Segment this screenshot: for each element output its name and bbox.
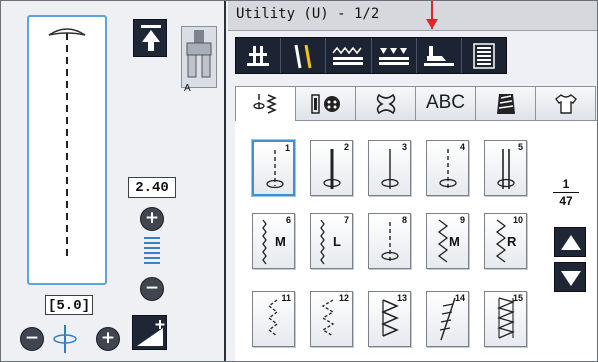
stitch-pattern-2[interactable]: 2 [310, 140, 353, 196]
presser-foot-pressure-button[interactable] [417, 38, 462, 73]
tab-buttonhole[interactable] [295, 86, 356, 120]
width-decrease-button[interactable]: − [20, 327, 44, 351]
arrow-up-icon [561, 235, 581, 250]
stitch-number: 7 [343, 215, 349, 225]
stitch-pattern-8[interactable]: 8 [368, 213, 411, 269]
tension-button[interactable] [132, 315, 167, 350]
stitch-number: 14 [454, 293, 465, 303]
twin-needle-button[interactable] [281, 38, 327, 73]
length-increase-button[interactable]: + [140, 207, 164, 231]
stitch-number: 12 [338, 293, 349, 303]
stitch-letter: M [275, 234, 286, 249]
quilting-stitch-icon [496, 93, 515, 114]
presser-foot-a-icon [186, 30, 212, 78]
stitch-selection-grid: 1 2 3 4 5 6 M 7 L 8 9 M 10 R 11 12 13 14 15 [235, 120, 597, 361]
garment-icon [554, 93, 577, 114]
mirror-stitch-icon [378, 47, 409, 65]
stitch-pattern-3[interactable]: 3 [368, 140, 411, 196]
length-decrease-button[interactable]: − [140, 277, 164, 301]
needle-position-button[interactable] [236, 38, 282, 73]
stitch-letter: R [507, 234, 517, 249]
stitch-letter: M [449, 234, 460, 249]
stitch-pattern-1[interactable]: 1 [252, 140, 295, 196]
stitch-length-value: 2.40 [128, 177, 176, 198]
tab-quilting[interactable] [475, 86, 536, 120]
stitch-pattern-5[interactable]: 5 [484, 140, 527, 196]
stitch-pattern-13[interactable]: 13 [368, 291, 411, 347]
stitch-number: 15 [512, 293, 523, 303]
stitch-elongation-button[interactable] [326, 38, 372, 73]
stitch-preview-icon [48, 28, 86, 257]
page-down-button[interactable] [554, 262, 586, 292]
sewing-machine-screen: A 2.40 + − [5.0] − + Utility (U) - 1/2 A… [0, 0, 598, 362]
decorative-stitch-icon [376, 93, 395, 114]
presser-foot-indicator [181, 26, 217, 88]
tension-adjust-icon [137, 320, 165, 346]
stitch-elongation-icon [332, 46, 364, 65]
stitch-pattern-icon [266, 150, 284, 189]
stitch-number: 13 [396, 293, 407, 303]
pointer-marker [426, 1, 438, 29]
page-total: 47 [559, 194, 573, 208]
stitch-preview [27, 15, 107, 285]
stitch-pattern-7[interactable]: 7L [310, 213, 353, 269]
stitch-number: 9 [459, 215, 465, 225]
stitch-number: 10 [512, 215, 523, 225]
stitch-pattern-10[interactable]: 10 R [484, 213, 527, 269]
stitch-settings-panel: A 2.40 + − [5.0] − + [1, 1, 226, 361]
stitch-category-tabs: ABC [235, 86, 597, 121]
stitch-number: 4 [459, 142, 465, 152]
stitch-width-value: [5.0] [45, 295, 93, 315]
tab-garment[interactable] [535, 86, 596, 120]
function-toolbar [235, 37, 507, 74]
width-increase-button[interactable]: + [96, 327, 120, 351]
buttonhole-icon [310, 93, 340, 114]
stitch-letter: L [333, 234, 341, 249]
stitch-number: 2 [343, 142, 349, 152]
stitch-number: 8 [401, 215, 407, 225]
stitch-pattern-6[interactable]: 6M [252, 213, 295, 269]
stitch-pattern-14[interactable]: 14 [426, 291, 469, 347]
stitch-chart-icon [473, 42, 495, 69]
tab-decorative[interactable] [355, 86, 416, 120]
utility-stitch-icon [252, 94, 277, 114]
needle-position-center-icon [49, 323, 81, 355]
page-up-button[interactable] [554, 227, 586, 257]
stitch-pattern-9[interactable]: 9M [426, 213, 469, 269]
stitch-pattern-11[interactable]: 11 [252, 291, 295, 347]
stitch-number: 3 [401, 142, 407, 152]
stitch-chart-button[interactable] [462, 38, 506, 73]
stitch-pattern-12[interactable]: 12 [310, 291, 353, 347]
stitch-pattern-4[interactable]: 4 [426, 140, 469, 196]
arrow-down-icon [561, 271, 581, 286]
reverse-button[interactable] [133, 19, 167, 57]
page-title: Utility (U) - 1/2 [236, 6, 380, 22]
stitch-length-scale-icon [144, 237, 160, 267]
stitch-number: 1 [284, 143, 290, 153]
stitch-number: 5 [517, 142, 523, 152]
needle-position-icon [247, 45, 270, 66]
stitch-number: 11 [281, 293, 291, 303]
tab-alphabet[interactable]: ABC [415, 86, 476, 120]
stitch-number: 6 [285, 215, 291, 225]
screen-header: Utility (U) - 1/2 [228, 1, 597, 31]
page-current: 1 [562, 177, 570, 191]
tab-utility[interactable] [235, 86, 296, 121]
stitch-pattern-15[interactable]: 15 [484, 291, 527, 347]
page-indicator: 1 47 [551, 177, 581, 208]
presser-foot-pressure-icon [423, 45, 454, 66]
mirror-stitch-button[interactable] [372, 38, 417, 73]
needle-up-down-icon [141, 25, 161, 51]
twin-needle-icon [294, 44, 312, 68]
presser-foot-label: A [184, 83, 191, 94]
